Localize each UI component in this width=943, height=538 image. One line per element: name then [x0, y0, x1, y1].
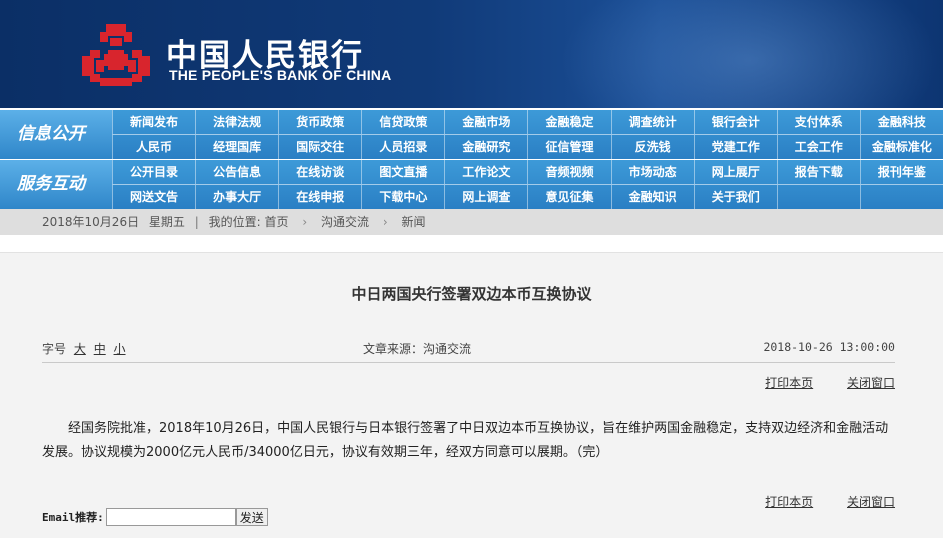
font-small-link[interactable]: 小 — [114, 342, 126, 356]
site-banner: 中国人民银行 THE PEOPLE'S BANK OF CHINA — [0, 0, 943, 108]
nav-item[interactable]: 国际交往 — [278, 135, 361, 159]
nav-grid: 公开目录 公告信息 在线访谈 图文直播 工作论文 音频视频 市场动态 网上展厅 报告下载 报刊年鉴… — [112, 160, 943, 209]
chevron-right-icon: › — [302, 215, 308, 229]
nav-item[interactable]: 工作论文 — [444, 160, 527, 184]
nav-item[interactable]: 货币政策 — [278, 110, 361, 134]
nav-item[interactable]: 工会工作 — [776, 135, 860, 159]
current-date: 2018年10月26日 — [42, 215, 140, 229]
breadcrumb-current-link[interactable]: 新闻 — [401, 215, 425, 229]
nav-item[interactable]: 音频视频 — [527, 160, 610, 184]
nav-item[interactable]: 人员招录 — [361, 135, 444, 159]
nav-item[interactable]: 下载中心 — [361, 185, 444, 209]
email-recommend-form: Email推荐: 发送 — [42, 508, 268, 526]
font-medium-link[interactable]: 中 — [94, 342, 106, 356]
nav-item[interactable]: 金融市场 — [444, 110, 527, 134]
article-tools-bottom: 打印本页 关闭窗口 — [735, 493, 895, 510]
email-label: Email推荐: — [42, 511, 104, 524]
nav-item[interactable]: 在线申报 — [278, 185, 361, 209]
print-page-link[interactable]: 打印本页 — [765, 376, 813, 390]
bank-name-en: THE PEOPLE'S BANK OF CHINA — [169, 67, 392, 83]
nav-item[interactable]: 报刊年鉴 — [859, 160, 943, 184]
nav-item[interactable]: 反洗钱 — [610, 135, 694, 159]
nav-item[interactable]: 信贷政策 — [361, 110, 444, 134]
nav-item[interactable]: 新闻发布 — [112, 110, 195, 134]
article-title: 中日两国央行签署双边本币互换协议 — [351, 285, 592, 303]
nav-item[interactable]: 网上展厅 — [693, 160, 777, 184]
print-page-link[interactable]: 打印本页 — [765, 495, 813, 509]
pboc-logo-icon[interactable] — [80, 22, 152, 88]
nav-item[interactable]: 图文直播 — [361, 160, 444, 184]
nav-item[interactable]: 公告信息 — [195, 160, 278, 184]
nav-item[interactable]: 调查统计 — [610, 110, 694, 134]
weekday: 星期五 — [148, 215, 185, 229]
close-window-link[interactable]: 关闭窗口 — [847, 376, 895, 390]
article-source: 文章来源：沟通交流 — [363, 342, 472, 356]
font-large-link[interactable]: 大 — [74, 342, 86, 356]
separator: | — [194, 215, 199, 229]
nav-group-label: 服务互动 — [0, 160, 112, 209]
nav-item[interactable]: 市场动态 — [610, 160, 694, 184]
nav-item[interactable]: 人民币 — [112, 135, 195, 159]
nav-item[interactable]: 党建工作 — [693, 135, 777, 159]
nav-item[interactable]: 公开目录 — [112, 160, 195, 184]
article-datetime: 2018-10-26 13:00:00 — [763, 340, 895, 354]
nav-service-interaction: 服务互动 公开目录 公告信息 在线访谈 图文直播 工作论文 音频视频 市场动态 网上展厅 报告下… — [0, 160, 943, 209]
breadcrumb-home-link[interactable]: 首页 — [265, 215, 289, 229]
nav-empty-cell — [776, 185, 860, 209]
nav-grid: 新闻发布 法律法规 货币政策 信贷政策 金融市场 金融稳定 调查统计 银行会计 支付体系 金融科技… — [112, 110, 943, 159]
article-panel: 中日两国央行签署双边本币互换协议 字号 大 中 小 文章来源：沟通交流 2018… — [0, 252, 943, 538]
nav-item[interactable]: 在线访谈 — [278, 160, 361, 184]
nav-item[interactable]: 金融科技 — [859, 110, 943, 134]
meta-divider — [42, 362, 895, 363]
font-size-control: 字号 大 中 小 — [42, 340, 126, 357]
article-body: 经国务院批准，2018年10月26日，中国人民银行与日本银行签署了中日双边本币互… — [42, 421, 889, 460]
banner-glow — [560, 0, 940, 108]
nav-item[interactable]: 法律法规 — [195, 110, 278, 134]
nav-item[interactable]: 银行会计 — [693, 110, 777, 134]
chevron-right-icon: › — [382, 215, 388, 229]
email-input[interactable] — [105, 508, 236, 526]
nav-item[interactable]: 经理国库 — [195, 135, 278, 159]
location-label: 我的位置: — [208, 215, 261, 229]
nav-item[interactable]: 金融知识 — [610, 185, 694, 209]
nav-empty-cell — [859, 185, 943, 209]
article-meta: 字号 大 中 小 文章来源：沟通交流 2018-10-26 13:00:00 — [42, 340, 895, 358]
nav-item[interactable]: 办事大厅 — [195, 185, 278, 209]
font-size-label: 字号 — [42, 342, 67, 356]
nav-item[interactable]: 报告下载 — [776, 160, 860, 184]
nav-item[interactable]: 支付体系 — [776, 110, 860, 134]
breadcrumb: 2018年10月26日 星期五 | 我的位置: 首页 › 沟通交流 › 新闻 — [0, 209, 943, 235]
breadcrumb-section-link[interactable]: 沟通交流 — [321, 215, 369, 229]
nav-item[interactable]: 网送文告 — [112, 185, 195, 209]
nav-item[interactable]: 意见征集 — [527, 185, 610, 209]
close-window-link[interactable]: 关闭窗口 — [847, 495, 895, 509]
article-tools-top: 打印本页 关闭窗口 — [735, 374, 895, 391]
nav-item[interactable]: 金融标准化 — [859, 135, 943, 159]
send-button[interactable]: 发送 — [235, 508, 268, 526]
nav-item[interactable]: 金融研究 — [444, 135, 527, 159]
nav-group-label: 信息公开 — [0, 110, 112, 159]
nav-item[interactable]: 金融稳定 — [527, 110, 610, 134]
nav-item[interactable]: 关于我们 — [693, 185, 777, 209]
nav-item[interactable]: 网上调查 — [444, 185, 527, 209]
nav-item[interactable]: 征信管理 — [527, 135, 610, 159]
nav-info-disclosure: 信息公开 新闻发布 法律法规 货币政策 信贷政策 金融市场 金融稳定 调查统计 银行会计 支付体… — [0, 110, 943, 159]
